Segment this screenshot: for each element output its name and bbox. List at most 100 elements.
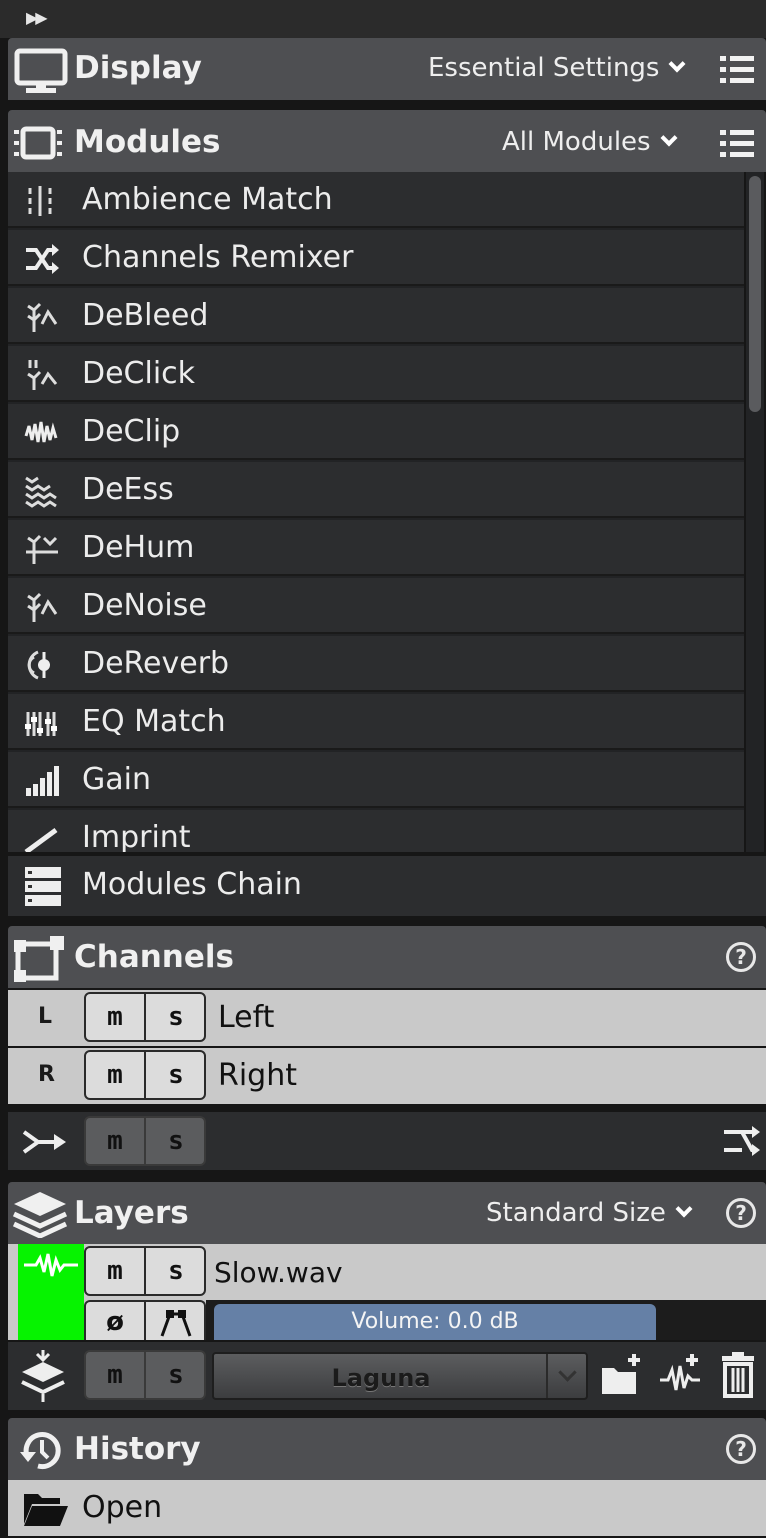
module-label: EQ Match: [82, 704, 226, 739]
solo-button[interactable]: s: [146, 1052, 204, 1098]
declip-icon: [24, 421, 58, 443]
solo-button[interactable]: s: [146, 1248, 204, 1294]
layer-row[interactable]: m s Slow.wav ø Volume: 0.0 dB: [8, 1244, 766, 1340]
shuffle-channels-icon[interactable]: [722, 1124, 762, 1158]
module-item-eq-match[interactable]: EQ Match: [8, 694, 744, 750]
imprint-icon: [24, 827, 58, 852]
history-help-icon[interactable]: ?: [726, 1434, 756, 1464]
channel-letter: R: [38, 1062, 55, 1087]
module-item-gain[interactable]: Gain: [8, 752, 744, 808]
top-strip: [0, 0, 766, 38]
mute-button[interactable]: m: [86, 1352, 146, 1398]
blend-preset-select[interactable]: Laguna: [212, 1352, 588, 1400]
solo-button[interactable]: s: [146, 994, 204, 1040]
channel-name: Left: [218, 1000, 275, 1035]
layers-ms-group: m s: [84, 1350, 206, 1400]
modules-menu-icon[interactable]: [720, 130, 754, 158]
module-label: Imprint: [82, 820, 191, 852]
layer-ms-group: m s: [84, 1246, 206, 1296]
layers-title: Layers: [74, 1195, 189, 1231]
modules-panel-header[interactable]: Modules All Modules: [8, 110, 766, 172]
volume-slider[interactable]: Volume: 0.0 dB: [206, 1300, 766, 1340]
module-item-dereverb[interactable]: DeReverb: [8, 636, 744, 692]
remix-ms-group: m s: [84, 1116, 206, 1166]
module-item-denoise[interactable]: DeNoise: [8, 578, 744, 634]
waveform-icon: [24, 1253, 78, 1277]
layer-options-group: ø: [84, 1300, 206, 1340]
channel-ms-group: m s: [84, 992, 206, 1042]
module-item-declip[interactable]: DeClip: [8, 404, 744, 460]
layers-size-dropdown[interactable]: Standard Size: [486, 1198, 693, 1228]
modules-chain-button[interactable]: Modules Chain: [8, 856, 766, 916]
channels-help-icon[interactable]: ?: [726, 942, 756, 972]
module-item-channels-remixer[interactable]: Channels Remixer: [8, 230, 744, 286]
envelope-button[interactable]: [146, 1302, 204, 1340]
ambience-match-icon: [28, 186, 52, 216]
add-folder-icon[interactable]: [600, 1352, 644, 1396]
layer-color-swatch[interactable]: [18, 1244, 84, 1340]
channels-icon: [14, 936, 64, 982]
module-item-ambience-match[interactable]: Ambience Match: [8, 172, 744, 228]
modules-title: Modules: [74, 124, 221, 160]
layer-controls-row: m s Laguna: [8, 1342, 766, 1410]
phase-invert-button[interactable]: ø: [86, 1302, 146, 1340]
display-menu-icon[interactable]: [720, 56, 754, 84]
blend-preset-value: Laguna: [331, 1364, 431, 1392]
envelope-icon: [160, 1310, 192, 1337]
module-item-deess[interactable]: DeEss: [8, 462, 744, 518]
merge-arrow-icon[interactable]: [22, 1128, 68, 1156]
declick-icon: [27, 360, 58, 390]
layer-name: Slow.wav: [214, 1256, 343, 1289]
mute-button[interactable]: m: [86, 1118, 146, 1164]
module-item-declick[interactable]: DeClick: [8, 346, 744, 402]
history-panel-header[interactable]: History ?: [8, 1418, 766, 1480]
display-preset-dropdown[interactable]: Essential Settings: [428, 53, 686, 83]
dereverb-icon: [27, 650, 50, 680]
module-item-imprint[interactable]: Imprint: [8, 810, 744, 852]
volume-bar[interactable]: Volume: 0.0 dB: [214, 1304, 656, 1340]
solo-button[interactable]: s: [146, 1118, 204, 1164]
module-label: DeBleed: [82, 298, 209, 333]
trash-icon[interactable]: [720, 1352, 756, 1398]
module-item-debleed[interactable]: DeBleed: [8, 288, 744, 344]
expand-panel-icon[interactable]: ▶▶: [26, 8, 48, 27]
display-title: Display: [74, 50, 202, 86]
channel-row-right[interactable]: R m s Right: [8, 1048, 766, 1104]
monitor-icon: [14, 48, 68, 93]
history-item-label: Open: [82, 1490, 163, 1525]
chevron-down-icon[interactable]: [546, 1354, 586, 1398]
eq-match-icon: [25, 712, 57, 736]
module-label: DeClick: [82, 356, 196, 391]
module-label: Channels Remixer: [82, 240, 354, 275]
layers-stack-icon[interactable]: [18, 1348, 68, 1404]
history-item-open[interactable]: Open: [8, 1480, 766, 1536]
modules-filter-label: All Modules: [502, 127, 651, 157]
module-label: DeEss: [82, 472, 174, 507]
mute-button[interactable]: m: [86, 1052, 146, 1098]
gain-icon: [26, 766, 59, 796]
channel-row-left[interactable]: L m s Left: [8, 990, 766, 1046]
mute-button[interactable]: m: [86, 994, 146, 1040]
add-layer-icon[interactable]: [658, 1352, 702, 1396]
dehum-icon: [26, 534, 58, 564]
debleed-icon: [27, 302, 58, 332]
module-label: DeClip: [82, 414, 181, 449]
layers-icon: [12, 1192, 68, 1238]
modules-filter-dropdown[interactable]: All Modules: [502, 127, 678, 157]
modules-chain-label: Modules Chain: [82, 867, 302, 902]
channels-panel-header[interactable]: Channels ?: [8, 926, 766, 988]
modules-scrollbar[interactable]: [746, 172, 764, 852]
display-panel-header[interactable]: Display Essential Settings: [8, 38, 766, 100]
layers-help-icon[interactable]: ?: [726, 1198, 756, 1228]
module-label: DeReverb: [82, 646, 230, 681]
module-item-dehum[interactable]: DeHum: [8, 520, 744, 576]
open-folder-icon: [24, 1494, 68, 1526]
modules-chain-icon: [25, 867, 61, 906]
module-label: DeHum: [82, 530, 195, 565]
mute-button[interactable]: m: [86, 1248, 146, 1294]
channel-name: Right: [218, 1058, 297, 1093]
layers-panel-header[interactable]: Layers Standard Size ?: [8, 1182, 766, 1244]
solo-button[interactable]: s: [146, 1352, 204, 1398]
scrollbar-thumb[interactable]: [749, 176, 761, 412]
modules-list[interactable]: Ambience Match Channels Remixer DeBleed …: [8, 172, 744, 852]
